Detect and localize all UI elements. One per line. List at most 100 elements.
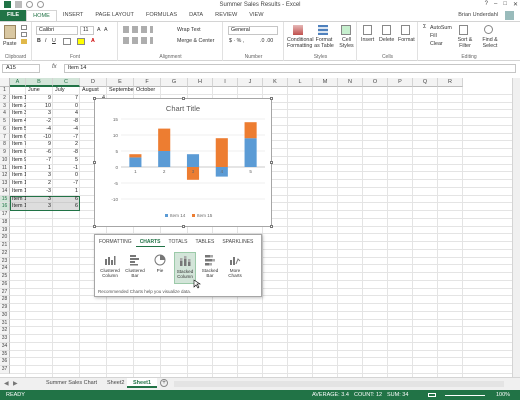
data-cell[interactable]: -4 [53,126,80,134]
row-header-16[interactable]: 16 [0,203,10,211]
format-cells-icon[interactable] [401,25,410,35]
data-cell[interactable]: 3 [26,203,53,211]
find-select-icon[interactable] [484,25,493,34]
row-header-18[interactable]: 18 [0,218,10,227]
data-cell[interactable]: -8 [53,149,80,157]
data-cell[interactable]: -4 [26,126,53,134]
row-header-17[interactable]: 17 [0,211,10,219]
column-header-h[interactable]: H [188,78,213,87]
insert-button[interactable]: Insert [361,37,374,43]
conditional-formatting-button[interactable]: Conditional Formatting [287,37,314,49]
qa-tab-tables[interactable]: TABLES [192,238,219,247]
horizontal-align-icons[interactable] [123,37,153,44]
row-header-37[interactable]: 37 [0,366,10,374]
row-header-6[interactable]: 6 [0,125,10,134]
qa-stacked-bar[interactable]: Stacked Bar [199,252,221,284]
qa-tab-charts[interactable]: CHARTS [135,238,165,247]
data-cell[interactable]: Item 6 [10,134,26,142]
data-cell[interactable]: 1 [53,188,80,196]
next-sheet-icon[interactable]: ▶ [13,380,18,387]
column-header-c[interactable]: C [53,78,80,87]
format-painter-icon[interactable] [21,39,27,44]
paste-button[interactable]: Paste [3,41,17,47]
row-header-33[interactable]: 33 [0,335,10,343]
data-cell[interactable]: Item 8 [10,149,26,157]
qa-tab-formatting[interactable]: FORMATTING [95,238,136,247]
prev-sheet-icon[interactable]: ◀ [4,380,9,387]
shrink-font-icon[interactable]: A [104,27,108,33]
data-cell[interactable]: 3 [26,110,53,118]
row-header-31[interactable]: 31 [0,319,10,328]
column-header-f[interactable]: F [134,78,161,87]
data-cell[interactable]: 5 [53,157,80,165]
sort-filter-icon[interactable] [459,25,468,35]
italic-icon[interactable]: I [45,38,46,44]
resize-handle[interactable] [270,225,273,228]
vertical-scrollbar[interactable] [512,78,520,377]
tab-view[interactable]: VIEW [243,10,269,21]
data-cell[interactable]: -3 [26,188,53,196]
add-sheet-button[interactable]: + [160,379,168,387]
delete-cells-icon[interactable] [382,25,391,35]
column-header-r[interactable]: R [438,78,463,87]
row-header-11[interactable]: 11 [0,164,10,173]
data-cell[interactable]: Item 3 [10,110,26,118]
header-cell[interactable]: June [26,87,53,95]
column-header-l[interactable]: L [288,78,313,87]
data-cell[interactable]: Item 4 [10,118,26,126]
row-header-36[interactable]: 36 [0,358,10,366]
column-header-d[interactable]: D [80,78,107,87]
column-header-b[interactable]: B [26,78,53,87]
data-cell[interactable]: -7 [26,157,53,165]
column-header-j[interactable]: J [238,78,263,87]
data-cell[interactable]: 10 [26,103,53,111]
tab-review[interactable]: REVIEW [209,10,243,21]
find-select-button[interactable]: Find & Select [479,37,501,49]
row-header-34[interactable]: 34 [0,342,10,351]
tab-file[interactable]: FILE [0,10,27,21]
select-all-corner[interactable] [0,78,10,87]
cell-styles-button[interactable]: Cell Styles [338,37,355,49]
data-cell[interactable]: 9 [26,141,53,149]
merge-center-button[interactable]: Merge & Center [177,38,214,44]
data-cell[interactable]: 3 [26,172,53,180]
paste-icon[interactable] [4,25,16,39]
data-cell[interactable]: -10 [26,134,53,142]
row-header-4[interactable]: 4 [0,110,10,118]
autosum-button[interactable]: AutoSum [430,25,452,31]
qa-tab-totals[interactable]: TOTALS [165,238,192,247]
data-cell[interactable]: Item 7 [10,141,26,149]
row-header-30[interactable]: 30 [0,311,10,320]
cut-icon[interactable] [21,25,27,30]
minimize-button[interactable]: – [494,1,497,8]
help-button[interactable]: ? [485,1,488,8]
font-name-select[interactable]: Calibri [36,26,78,35]
row-header-25[interactable]: 25 [0,273,10,281]
row-header-14[interactable]: 14 [0,187,10,196]
tab-formulas[interactable]: FORMULAS [140,10,183,21]
tab-home[interactable]: HOME [26,10,57,21]
data-cell[interactable]: 6 [53,203,80,211]
header-cell[interactable]: July [53,87,80,95]
insert-cells-icon[interactable] [363,25,372,35]
clear-button[interactable]: Clear [430,41,443,47]
data-cell[interactable]: -7 [53,180,80,188]
row-header-12[interactable]: 12 [0,172,10,180]
data-cell[interactable]: Item 13 [10,188,26,196]
column-header-i[interactable]: I [213,78,238,87]
tab-insert[interactable]: INSERT [57,10,89,21]
close-button[interactable]: ✕ [513,1,518,8]
zoom-slider[interactable] [445,395,485,396]
resize-handle[interactable] [270,161,273,164]
chart-object[interactable]: Chart Title 15 10 5 0 -5 -10 1 2 3 4 5 Item 14 Item … [93,97,273,228]
data-cell[interactable]: -7 [53,134,80,142]
fill-button[interactable]: Fill [430,33,437,39]
format-button[interactable]: Format [398,37,415,43]
vertical-align-icons[interactable] [123,26,153,33]
row-header-32[interactable]: 32 [0,327,10,335]
column-header-a[interactable]: A [10,78,26,87]
row-header-20[interactable]: 20 [0,234,10,242]
normal-view-icon[interactable] [428,393,436,397]
row-header-23[interactable]: 23 [0,257,10,266]
data-cell[interactable]: 2 [53,141,80,149]
